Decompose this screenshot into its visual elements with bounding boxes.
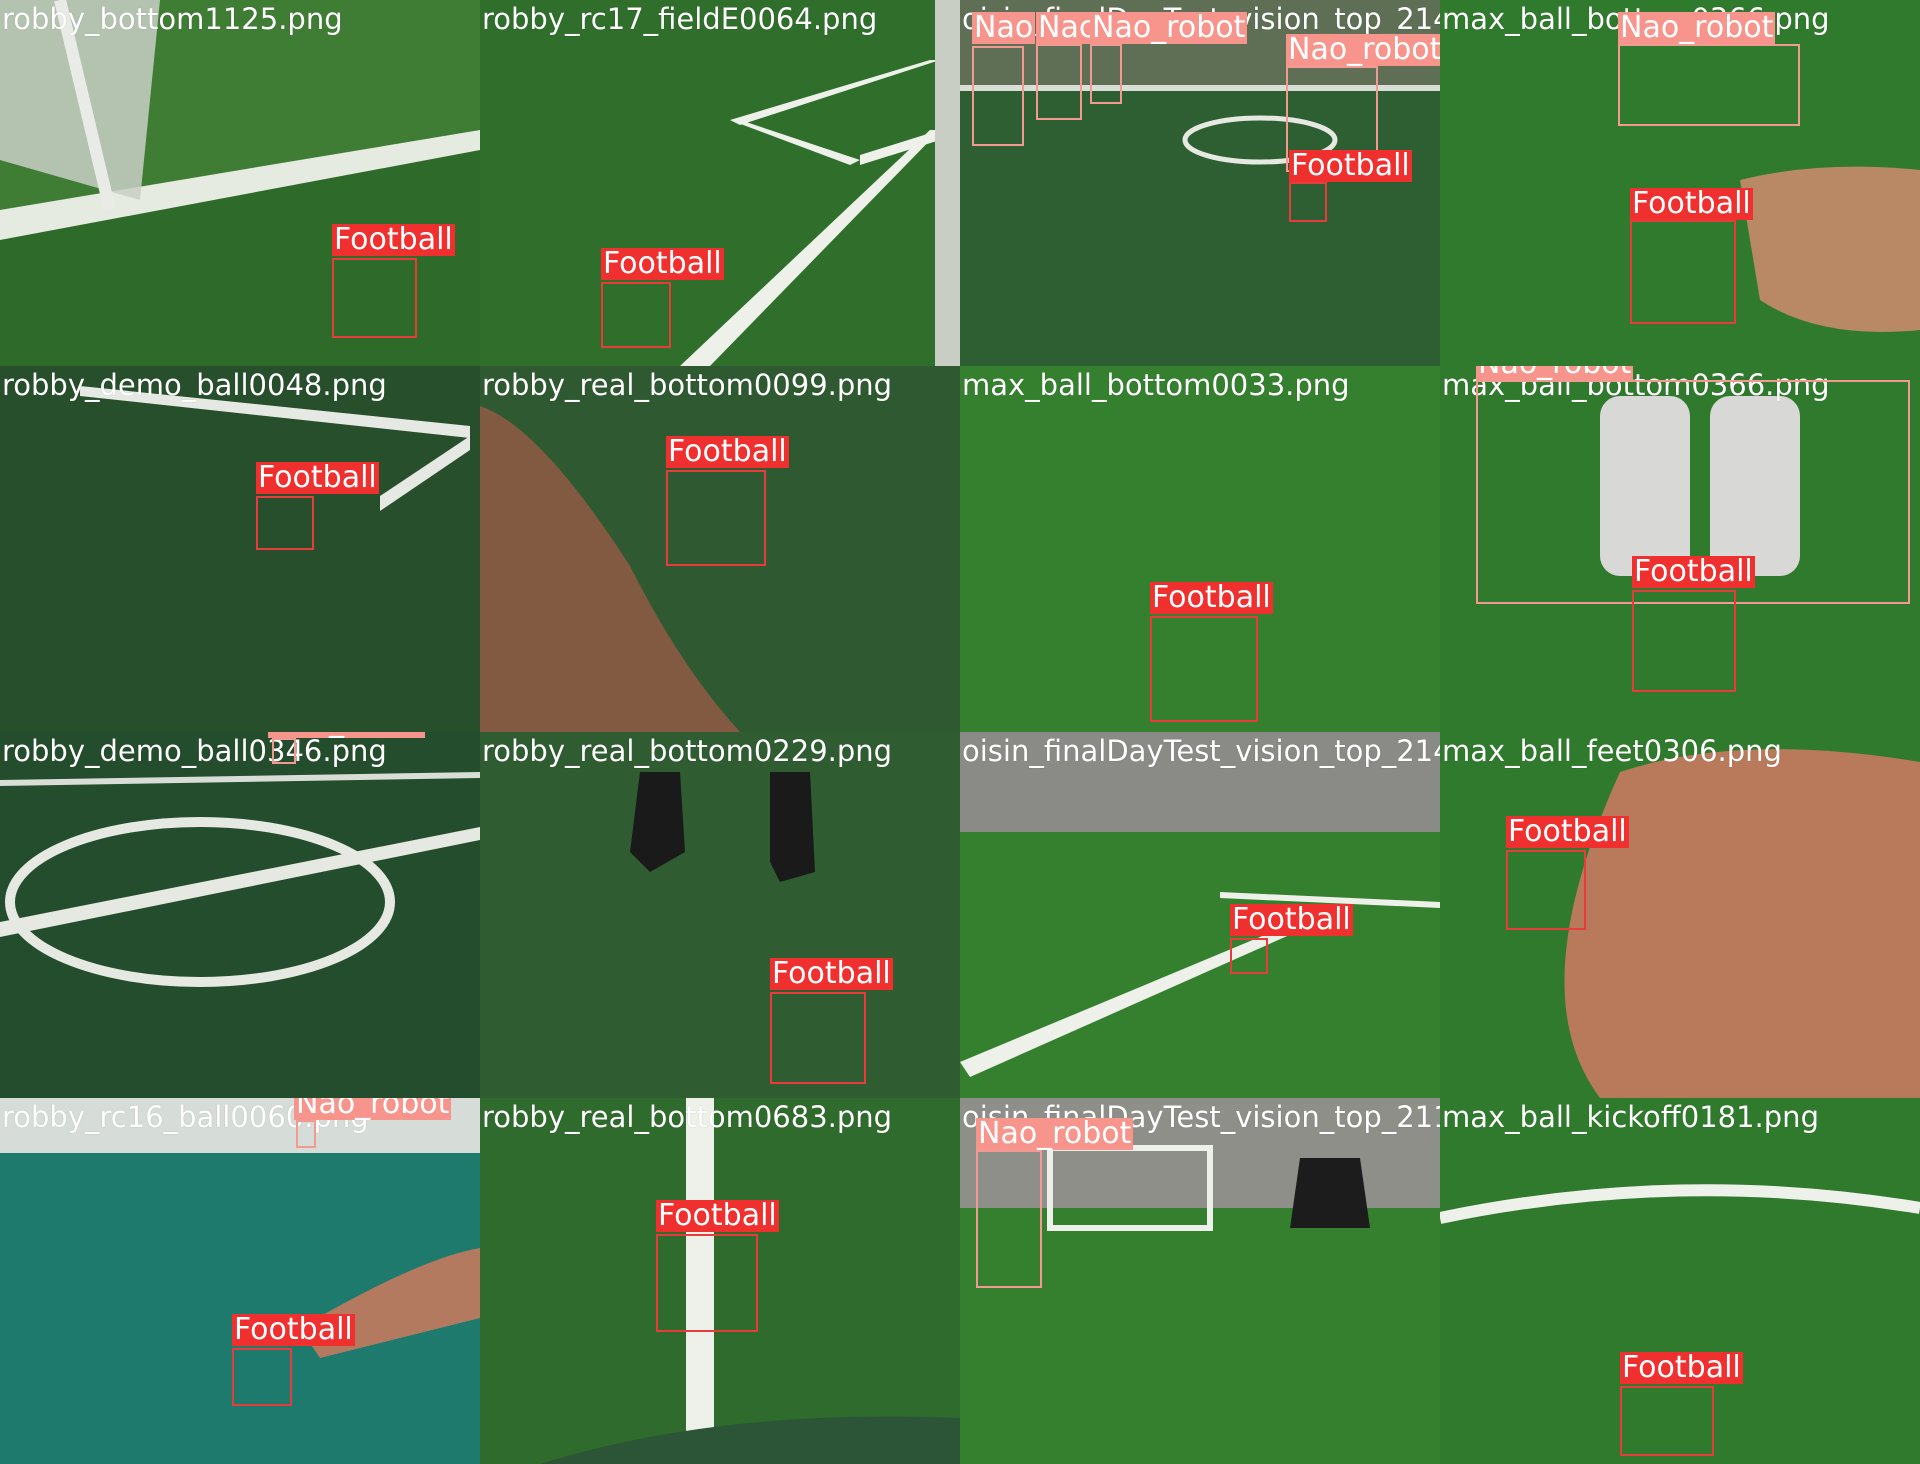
scene-image <box>480 732 960 1098</box>
tile-5: robby_demo_ball0048.png Football <box>0 366 480 732</box>
football-label: Football <box>1289 148 1412 183</box>
scene-image <box>960 732 1440 1098</box>
tile-filename: robby_real_bottom0683.png <box>482 1100 893 1134</box>
tile-7: max_ball_bottom0033.png Football <box>960 366 1440 732</box>
football-label: Football <box>1230 902 1353 937</box>
scene-image <box>0 1098 480 1464</box>
tile-15: oisin_finalDayTest_vision_top_21100.png … <box>960 1098 1440 1464</box>
tile-filename: robby_bottom1125.png <box>2 2 343 36</box>
tile-filename: max_ball_bottom0033.png <box>962 368 1350 402</box>
tile-12: max_ball_feet0306.png Football <box>1440 732 1920 1098</box>
tile-filename: robby_real_bottom0229.png <box>482 734 893 768</box>
football-label: Football <box>256 460 379 495</box>
football-bbox <box>770 992 866 1084</box>
tile-1: robby_bottom1125.png Football <box>0 0 480 366</box>
tile-6: robby_real_bottom0099.png Football <box>480 366 960 732</box>
football-bbox <box>1506 850 1586 930</box>
football-bbox <box>1630 220 1736 324</box>
nao-robot-label: Nao_robot <box>1090 10 1248 45</box>
tile-filename: max_ball_kickoff0181.png <box>1442 1100 1819 1134</box>
nao-robot-bbox <box>1036 44 1082 120</box>
football-label: Football <box>1506 814 1629 849</box>
football-label: Football <box>770 956 893 991</box>
football-bbox <box>666 470 766 566</box>
nao-robot-label: Nao <box>972 10 1036 45</box>
nao-robot-label: Nao_robot <box>1476 366 1634 380</box>
nao-robot-bbox <box>272 738 296 764</box>
tile-8: max_ball_bottom0366.png Nao_robot Footba… <box>1440 366 1920 732</box>
scene-image <box>0 732 480 1098</box>
football-bbox <box>601 282 671 348</box>
tile-filename: oisin_finalDayTest_vision_top_21418.png <box>962 734 1440 768</box>
football-label: Football <box>1620 1350 1743 1385</box>
football-bbox <box>1620 1386 1714 1456</box>
scene-image <box>0 366 480 732</box>
nao-robot-bbox <box>1090 44 1122 104</box>
football-label: Football <box>601 246 724 281</box>
nao-robot-label: Nac <box>1036 10 1098 45</box>
tile-filename: max_ball_feet0306.png <box>1442 734 1782 768</box>
tile-3: oisin_finalDayTest_vision_top_21497.png … <box>960 0 1440 366</box>
tile-filename: robby_real_bottom0099.png <box>482 368 893 402</box>
football-bbox <box>1230 938 1268 974</box>
football-label: Football <box>332 222 455 257</box>
football-label: Football <box>1630 186 1753 221</box>
tile-4: max_ball_bottom0366.png Nao_robot Footba… <box>1440 0 1920 366</box>
football-label: Football <box>1632 554 1755 589</box>
tile-13: robby_rc16_ball0060.png Nao_robot Footba… <box>0 1098 480 1464</box>
football-bbox <box>1289 182 1327 222</box>
tile-11: oisin_finalDayTest_vision_top_21418.png … <box>960 732 1440 1098</box>
nao-robot-bbox <box>1618 44 1800 126</box>
tile-2: robby_rc17_fieldE0064.png Football <box>480 0 960 366</box>
nao-robot-label: Nao_robot <box>976 1116 1134 1151</box>
football-bbox <box>232 1348 292 1406</box>
nao-robot-label: Nao_robot <box>268 732 426 738</box>
tile-14: robby_real_bottom0683.png Football <box>480 1098 960 1464</box>
football-label: Football <box>232 1312 355 1347</box>
tile-filename: robby_demo_ball0048.png <box>2 368 387 402</box>
football-label: Football <box>656 1198 779 1233</box>
football-bbox <box>332 258 417 338</box>
nao-robot-label: Nao_robot <box>1286 34 1440 66</box>
tile-filename: robby_rc17_fieldE0064.png <box>482 2 878 36</box>
nao-robot-label: Nao_robot <box>1618 10 1776 45</box>
nao-robot-label: Nao_robot <box>294 1098 452 1120</box>
nao-robot-bbox <box>972 46 1024 146</box>
football-label: Football <box>1150 580 1273 615</box>
tile-9: robby_demo_ball0346.png Nao_robot <box>0 732 480 1098</box>
football-bbox <box>1632 590 1736 692</box>
football-bbox <box>256 496 314 550</box>
football-label: Football <box>666 434 789 469</box>
detection-grid: robby_bottom1125.png Football robby_rc17… <box>0 0 1920 1464</box>
football-bbox <box>656 1234 758 1332</box>
tile-10: robby_real_bottom0229.png Football <box>480 732 960 1098</box>
nao-robot-bbox <box>976 1150 1042 1288</box>
scene-image <box>480 0 960 366</box>
football-bbox <box>1150 616 1258 722</box>
nao-robot-bbox <box>296 1120 316 1148</box>
tile-16: max_ball_kickoff0181.png Football <box>1440 1098 1920 1464</box>
